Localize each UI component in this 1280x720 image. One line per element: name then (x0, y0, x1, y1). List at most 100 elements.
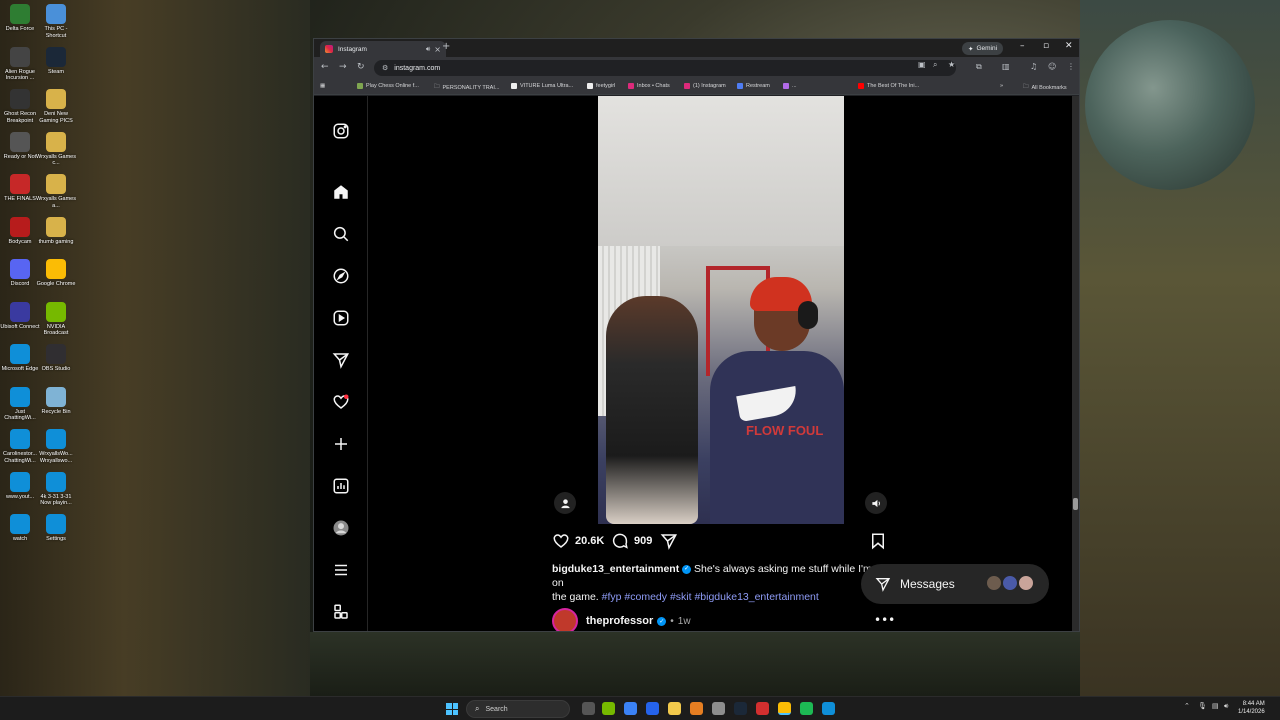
apps-grid-icon[interactable]: ▦ (320, 83, 325, 89)
desktop-icon[interactable]: Deni New Gaming PICS (36, 89, 76, 124)
volume-icon[interactable]: 🔊︎ (1224, 702, 1228, 711)
microphone-icon[interactable]: 🎙︎ (1198, 702, 1207, 710)
bookmark-item[interactable]: The Best Of The Ini... (858, 83, 919, 89)
maximize-button[interactable]: ▫ (1043, 41, 1049, 51)
hashtag[interactable]: #comedy (624, 591, 667, 603)
settings-gear-icon[interactable] (712, 702, 725, 715)
chrome-app-icon[interactable] (778, 702, 791, 715)
bookmark-item[interactable]: ... (783, 83, 797, 89)
desktop-icon[interactable]: Alien Rogue Incursion ... (0, 46, 40, 82)
more-options-icon[interactable]: ••• (874, 613, 895, 627)
desktop-icon[interactable]: THE FINALS (0, 174, 40, 203)
hashtag[interactable]: #fyp (602, 591, 622, 603)
search-icon[interactable] (331, 224, 351, 244)
tray-overflow-icon[interactable]: ⌃ (1184, 702, 1190, 710)
taskbar-search[interactable]: ⌕ Search (466, 700, 570, 718)
hashtag[interactable]: #skit (670, 591, 692, 603)
tab-close-icon[interactable]: × (434, 45, 441, 54)
caption-username[interactable]: bigduke13_entertainment (552, 563, 679, 575)
profile-avatar[interactable] (331, 518, 351, 538)
desktop-icon[interactable]: NVIDIA Broadcast (36, 301, 76, 337)
all-bookmarks-button[interactable]: 🗀︎ All Bookmarks (1023, 83, 1067, 92)
desktop-icon[interactable]: Ubisoft Connect (0, 301, 40, 331)
profile-icon[interactable]: ☺ (1048, 62, 1056, 71)
desktop-icon[interactable]: Delta Force (0, 4, 40, 33)
page-scrollbar[interactable] (1072, 96, 1079, 631)
chrome-menu-icon[interactable]: ⋮ (1067, 62, 1075, 71)
task-view-icon[interactable] (582, 702, 595, 715)
like-action[interactable]: 20.6K (552, 532, 604, 550)
scrollbar-thumb[interactable] (1073, 498, 1078, 510)
start-windows-icon[interactable] (446, 703, 458, 715)
desktop-icon[interactable]: Settings (36, 514, 76, 543)
instagram-logo-icon[interactable] (331, 121, 351, 141)
copilot-app-icon[interactable] (624, 702, 637, 715)
site-info-icon[interactable]: ⚙︎ (382, 64, 388, 72)
save-action[interactable] (869, 532, 887, 550)
notifications-heart-icon[interactable] (331, 392, 351, 412)
url-omnibox[interactable]: ⚙︎ instagram.com (374, 60, 956, 76)
store-app-icon[interactable] (646, 702, 659, 715)
taskbar-clock[interactable]: 8:44 AM 1/14/2026 (1238, 700, 1265, 716)
create-plus-icon[interactable] (331, 434, 351, 454)
dashboard-chart-icon[interactable] (331, 476, 351, 496)
desktop-icon[interactable]: watch (0, 514, 40, 543)
desktop-icon[interactable]: Bodycam (0, 216, 40, 246)
bookmark-item[interactable]: Play Chess Online f... (357, 83, 419, 89)
messages-button[interactable]: Messages (861, 564, 1049, 604)
app-icon[interactable] (690, 702, 703, 715)
desktop-icon[interactable]: This PC - Shortcut (36, 4, 76, 39)
close-window-button[interactable]: ✕ (1065, 41, 1073, 51)
explore-compass-icon[interactable] (331, 266, 351, 286)
home-icon[interactable] (331, 182, 351, 202)
reels-icon[interactable] (331, 308, 351, 328)
edge-app-icon[interactable] (822, 702, 835, 715)
media-icon[interactable]: ♫ (1030, 62, 1037, 71)
mute-toggle-button[interactable] (865, 492, 887, 514)
forward-arrow-icon[interactable]: → (339, 62, 347, 72)
screen-cast-icon[interactable]: ▣ (918, 60, 926, 69)
desktop-icon[interactable]: www.yout... (0, 471, 40, 501)
post-video[interactable]: FLOW FOUL (545, 96, 896, 524)
gemini-button[interactable]: ✦ Gemini (962, 42, 1004, 55)
network-icon[interactable]: ▤ (1212, 702, 1219, 710)
desktop-icon[interactable]: Microsoft Edge (0, 344, 40, 373)
bookmark-item[interactable]: Restream (737, 83, 770, 89)
bookmark-item[interactable]: (1) Instagram (684, 83, 726, 89)
tab-instagram[interactable]: Instagram 🔊︎ × (320, 41, 446, 57)
file-explorer-icon[interactable] (668, 702, 681, 715)
desktop-icon[interactable]: Recycle Bin (36, 386, 76, 416)
bookmark-item[interactable]: VITURE Luma Ultra... (511, 83, 573, 89)
bookmark-item[interactable]: feetygirl (587, 83, 615, 89)
bookmark-star-icon[interactable]: ★ (948, 60, 955, 69)
bookmarks-overflow-icon[interactable]: » (1000, 83, 1003, 89)
also-from-meta-icon[interactable] (331, 602, 351, 622)
side-panel-icon[interactable]: ▥ (1002, 62, 1010, 71)
new-tab-button[interactable]: + (442, 41, 450, 52)
next-post-username[interactable]: theprofessor (586, 615, 653, 627)
desktop-icon[interactable]: Wrxyalls Games c... (36, 131, 76, 167)
nvidia-app-icon[interactable] (602, 702, 615, 715)
minimize-button[interactable]: – (1020, 41, 1025, 51)
hashtag[interactable]: #bigduke13_entertainment (694, 591, 818, 603)
desktop-icon[interactable]: Steam (36, 46, 76, 76)
extensions-icon[interactable]: ⧉ (976, 62, 982, 72)
direct-messages-icon[interactable] (331, 350, 351, 370)
tab-audio-icon[interactable]: 🔊︎ (426, 45, 430, 54)
desktop-icon[interactable]: Ghost Recon Breakpoint (0, 89, 40, 124)
next-post-avatar[interactable] (552, 608, 578, 631)
bookmark-item[interactable]: Inbox • Chats (628, 83, 670, 89)
more-menu-icon[interactable] (331, 560, 351, 580)
zoom-icon[interactable]: ⌕ (933, 60, 937, 70)
desktop-icon[interactable]: OBS Studio (36, 344, 76, 373)
desktop-icon[interactable]: Just ChattingWi... (0, 386, 40, 422)
desktop-icon[interactable]: Discord (0, 259, 40, 288)
steam-app-icon[interactable] (734, 702, 747, 715)
desktop-icon[interactable]: Ready or Not (0, 131, 40, 161)
tagged-user-button[interactable] (554, 492, 576, 514)
desktop-icon[interactable]: WrxyallsWo... Wrxyallswo... (36, 429, 76, 464)
reload-icon[interactable]: ↻ (357, 62, 365, 72)
spotify-app-icon[interactable] (800, 702, 813, 715)
desktop-icon[interactable]: Wrxyalls Games a... (36, 174, 76, 209)
desktop-icon[interactable]: Carolinestor... ChattingWi... (0, 429, 40, 464)
